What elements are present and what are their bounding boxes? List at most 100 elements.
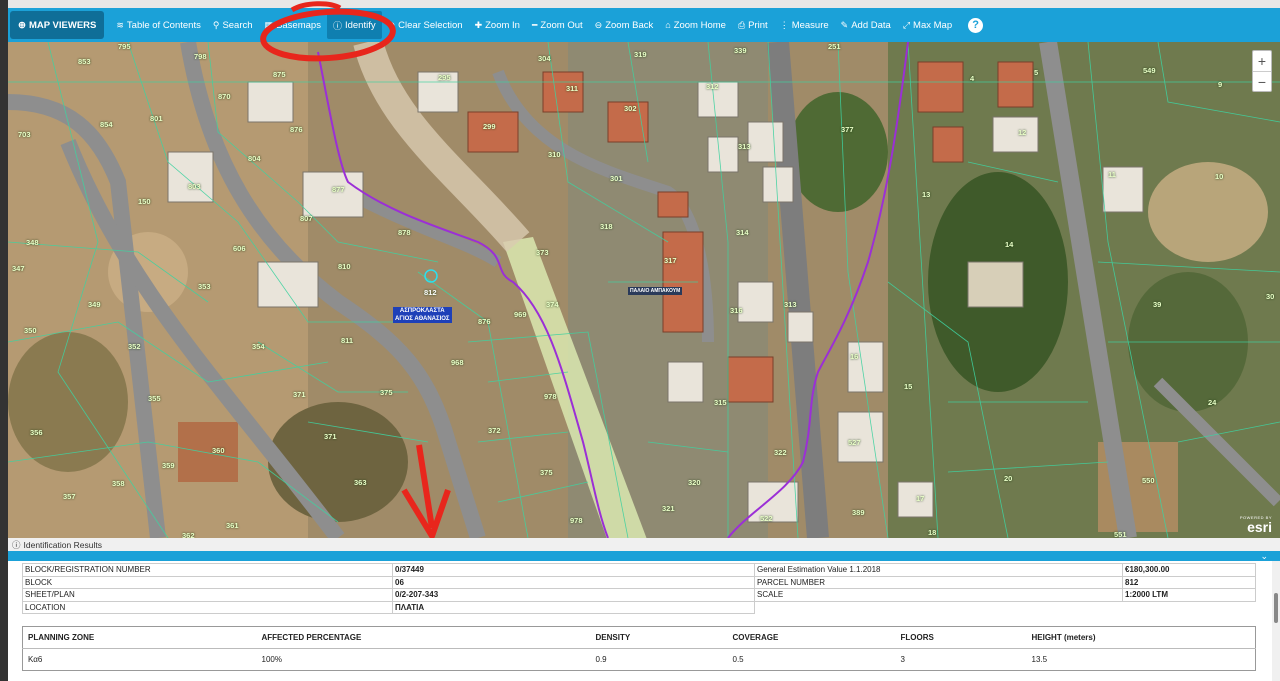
parcel-label: 295 <box>438 73 451 82</box>
field-value: €180,300.00 <box>1122 563 1256 577</box>
field-value: 06 <box>392 575 755 589</box>
parcel-label: 350 <box>24 326 37 335</box>
parcel-label: 313 <box>738 142 751 151</box>
layers-icon: ≋ <box>116 19 124 30</box>
parcel-label: 878 <box>398 228 411 237</box>
table-row: SHEET/PLAN 0/2-207-343 SCALE 1:2000 LTM <box>22 588 1256 602</box>
parcel-label: 606 <box>233 244 246 253</box>
print-button[interactable]: ⎙ Print <box>732 11 774 39</box>
parcel-label: 876 <box>478 317 491 326</box>
table-cell: Κα6 <box>28 655 43 664</box>
parcel-label: 550 <box>1142 476 1155 485</box>
zoom-control: + − <box>1252 50 1272 92</box>
zoom-in-control[interactable]: + <box>1253 51 1271 71</box>
results-scrollbar[interactable] <box>1272 561 1280 681</box>
parcel-label: 375 <box>380 388 393 397</box>
zoom-out-control[interactable]: − <box>1253 71 1271 91</box>
parcel-label: 14 <box>1005 240 1014 249</box>
parcel-label: 795 <box>118 42 131 51</box>
add-data-button[interactable]: ✎ Add Data <box>835 11 897 39</box>
location-line-1: ΑΣΠΡΟΚΛΑΣΤΑ <box>399 308 445 314</box>
zoom-home-button[interactable]: ⌂ Zoom Home <box>659 11 732 39</box>
scrollbar-thumb[interactable] <box>1274 593 1278 623</box>
chevron-down-icon[interactable]: ⌄ <box>1260 551 1268 561</box>
clear-selection-button[interactable]: ⊘ Clear Selection <box>382 11 469 39</box>
parcel-label: 349 <box>88 300 101 309</box>
parcel-label: 551 <box>1114 530 1127 538</box>
area-label: ΠΑΛΑΙΟ ΑΜΠΑΚΟΥΜ <box>628 287 683 295</box>
parcel-label: 314 <box>736 228 749 237</box>
zoom-in-button[interactable]: ✚ Zoom In <box>469 11 526 39</box>
field-label: General Estimation Value 1.1.2018 <box>754 563 1123 577</box>
parcel-label: 304 <box>538 54 551 63</box>
column-header: HEIGHT (meters) <box>1026 626 1256 649</box>
results-panel-bar: ⌄ <box>8 551 1280 561</box>
field-value: 1:2000 LTM <box>1122 588 1256 602</box>
parcel-label: 372 <box>488 426 501 435</box>
parcel-label: 371 <box>293 390 306 399</box>
max-map-button[interactable]: ⤢ Max Map <box>897 11 958 39</box>
parcel-label: 311 <box>566 84 579 93</box>
identify-button[interactable]: ⓘ Identify <box>326 11 382 39</box>
parcel-label: 356 <box>30 428 43 437</box>
parcel-label: 389 <box>852 508 865 517</box>
parcel-label: 348 <box>26 238 39 247</box>
parcel-label: 310 <box>548 150 561 159</box>
parcel-label: 363 <box>354 478 367 487</box>
search-icon: ⚲ <box>212 19 220 30</box>
parcel-label: 811 <box>341 336 354 345</box>
parcel-label: 361 <box>226 521 239 530</box>
table-row: Κα6 100% 0.9 0.5 3 13.5 <box>23 649 1256 671</box>
parcel-label: 522 <box>760 514 773 523</box>
field-label: PARCEL NUMBER <box>754 575 1123 589</box>
parcel-label: 358 <box>112 479 125 488</box>
parcel-label: 12 <box>1018 128 1027 137</box>
map-viewers-menu[interactable]: ⊕ MAP VIEWERS <box>10 11 105 39</box>
table-row: BLOCK 06 PARCEL NUMBER 812 <box>22 575 1256 589</box>
parcel-label: 362 <box>182 531 195 538</box>
parcel-label: 318 <box>600 222 613 231</box>
parcel-label: 20 <box>1004 474 1013 483</box>
table-cell: 100% <box>261 655 282 664</box>
parcel-label: 317 <box>664 256 677 265</box>
column-header: COVERAGE <box>727 626 896 649</box>
results-panel-header[interactable]: ⓘ Identification Results <box>8 538 1280 551</box>
parcel-label: 315 <box>714 398 727 407</box>
parcel-label: 24 <box>1208 398 1217 407</box>
empty-cell <box>755 601 1123 614</box>
empty-cell <box>1123 601 1256 614</box>
globe-icon: ⊕ <box>18 19 26 31</box>
zoom-out-button[interactable]: ━ Zoom Out <box>526 11 589 39</box>
parcel-label: 801 <box>150 114 163 123</box>
zoom-back-button[interactable]: ⊖ Zoom Back <box>589 11 660 39</box>
button-label: Clear Selection <box>398 19 463 31</box>
planning-zone-table: PLANNING ZONE AFFECTED PERCENTAGE DENSIT… <box>22 626 1256 671</box>
basemaps-button[interactable]: ▦ Basemaps <box>259 11 327 39</box>
parcel-label: 312 <box>706 82 719 91</box>
table-header-row: PLANNING ZONE AFFECTED PERCENTAGE DENSIT… <box>22 626 1256 649</box>
parcel-label: 11 <box>1108 170 1116 179</box>
parcel-label: 301 <box>610 174 623 183</box>
table-row: BLOCK/REGISTRATION NUMBER 0/37449 Genera… <box>22 563 1256 577</box>
parcel-label: 375 <box>540 468 553 477</box>
parcel-label: 360 <box>212 446 225 455</box>
measure-button[interactable]: ⋮ Measure <box>774 11 835 39</box>
help-icon[interactable]: ? <box>968 17 984 33</box>
parcel-label: 354 <box>252 342 265 351</box>
parcel-label: 316 <box>730 306 743 315</box>
parcel-label: 319 <box>634 50 647 59</box>
field-value: 0/2-207-343 <box>392 588 755 602</box>
button-label: Table of Contents <box>126 19 201 31</box>
parcel-label: 968 <box>451 358 464 367</box>
parcel-label: 302 <box>624 104 637 113</box>
table-of-contents-button[interactable]: ≋ Table of Contents <box>110 11 206 39</box>
parcel-label: 876 <box>290 125 303 134</box>
add-data-icon: ✎ <box>840 19 849 30</box>
parcel-label: 978 <box>544 392 557 401</box>
parcel-label: 549 <box>1143 66 1156 75</box>
table-cell: 0.9 <box>595 655 607 664</box>
search-button[interactable]: ⚲ Search <box>207 11 259 39</box>
selected-parcel-number[interactable]: 812 <box>424 288 437 297</box>
home-icon: ⌂ <box>665 20 671 30</box>
map-view[interactable]: 795 798 853 875 870 854 801 876 295 304 … <box>8 42 1280 538</box>
